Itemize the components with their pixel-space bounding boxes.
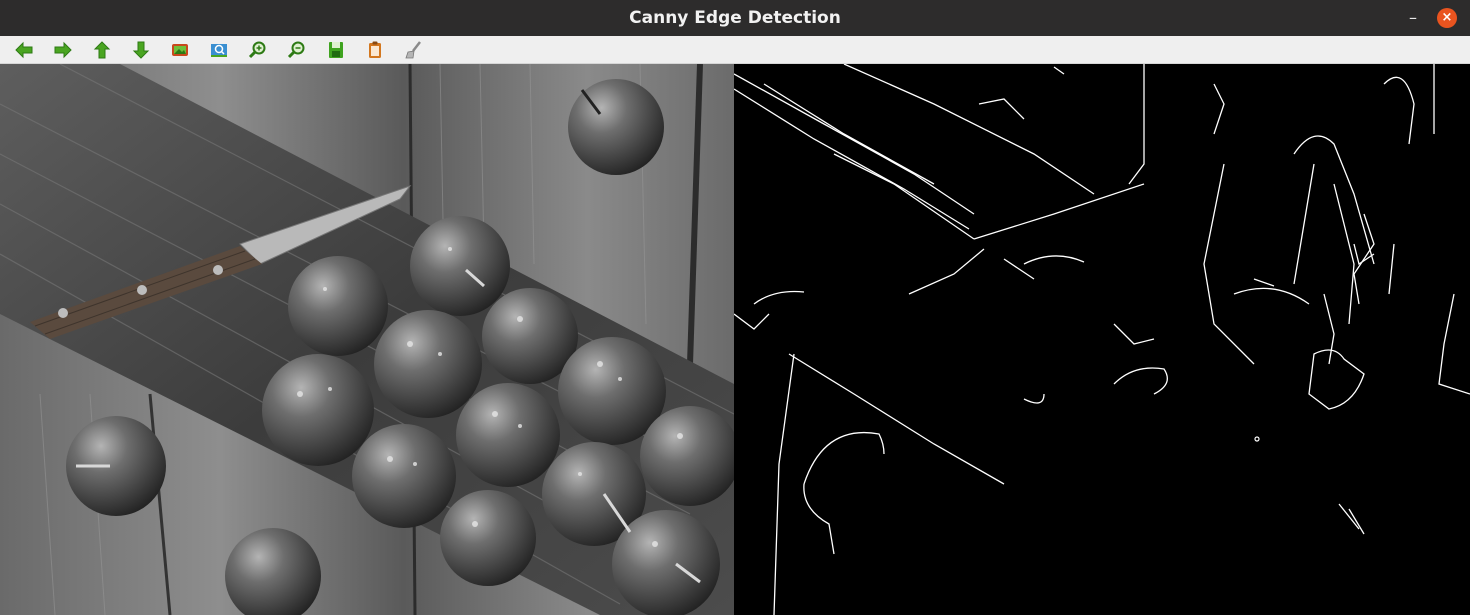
pan-right-button[interactable]	[52, 39, 74, 61]
arrow-left-icon	[15, 41, 33, 59]
arrow-up-icon	[93, 41, 111, 59]
minimize-icon[interactable]: –	[1403, 8, 1423, 28]
pan-left-button[interactable]	[13, 39, 35, 61]
zoom-in-icon	[248, 41, 266, 59]
reset-view-button[interactable]	[169, 39, 191, 61]
pan-up-button[interactable]	[91, 39, 113, 61]
clipboard-icon	[369, 41, 381, 58]
image-icon	[172, 44, 188, 56]
canny-edge-output-image	[734, 64, 1470, 615]
zoom-out-button[interactable]	[286, 39, 308, 61]
close-icon[interactable]: ×	[1437, 8, 1457, 28]
properties-button[interactable]	[403, 39, 425, 61]
source-image-canvas	[0, 64, 734, 615]
save-button[interactable]	[325, 39, 347, 61]
brush-icon	[405, 41, 421, 59]
edge-image-canvas	[734, 64, 1470, 615]
copy-button[interactable]	[364, 39, 386, 61]
pan-down-button[interactable]	[130, 39, 152, 61]
zoom-fit-button[interactable]	[208, 39, 230, 61]
zoom-in-button[interactable]	[247, 39, 269, 61]
window-titlebar: Canny Edge Detection – ×	[0, 0, 1470, 36]
arrow-right-icon	[54, 41, 72, 59]
window-title: Canny Edge Detection	[629, 8, 841, 28]
zoom-fit-icon	[211, 44, 227, 57]
toolbar	[0, 36, 1470, 64]
grayscale-source-image	[0, 64, 734, 615]
arrow-down-icon	[132, 41, 150, 59]
zoom-out-icon	[287, 41, 305, 59]
floppy-icon	[329, 42, 343, 58]
